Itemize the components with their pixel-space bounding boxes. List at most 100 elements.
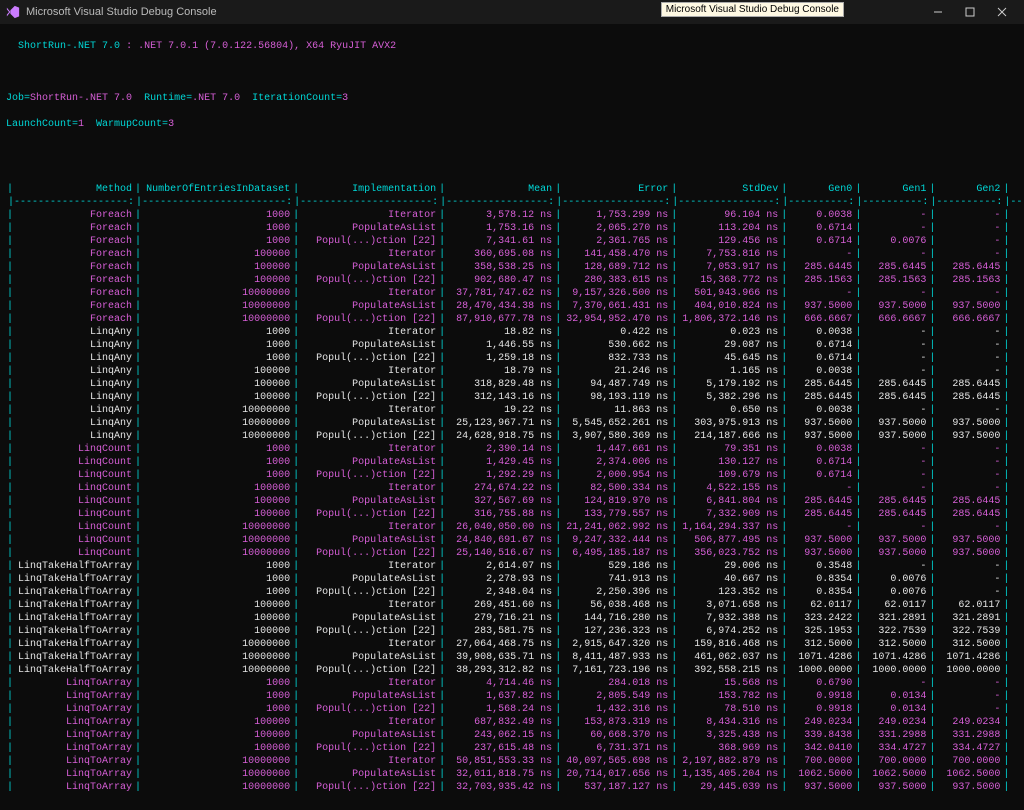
cell: LinqCount (14, 443, 134, 456)
table-row: |LinqTakeHalfToArray|1000|Iterator|2,614… (6, 560, 1024, 573)
cell: LinqAny (14, 339, 134, 352)
cell: LinqCount (14, 547, 134, 560)
cell: - (862, 560, 928, 573)
table-row: |Foreach|100000|PopulateAsList|358,538.2… (6, 261, 1024, 274)
cell: 100000 (142, 508, 292, 521)
cell: - (936, 690, 1002, 703)
cell: 62.0117 (936, 599, 1002, 612)
cell: 10000000 (142, 404, 292, 417)
cell: - (936, 456, 1002, 469)
cell: 10000000 (142, 755, 292, 768)
window-title: Microsoft Visual Studio Debug Console (26, 6, 217, 19)
cell: 285.6445 (862, 495, 928, 508)
cell: 249.0234 (862, 716, 928, 729)
cell: 316,755.88 ns (446, 508, 554, 521)
cell: Iterator (300, 248, 438, 261)
cell: 1450161 B (1010, 742, 1024, 755)
cell: 1,753.16 ns (446, 222, 554, 235)
cell: 1000.0000 (788, 664, 854, 677)
table-row: |LinqAny|1000|Popul(...)ction [22]|1,259… (6, 352, 1024, 365)
cell: 19.22 ns (446, 404, 554, 417)
cell: - (788, 287, 854, 300)
cell: PopulateAsList (300, 456, 438, 469)
cell: 10000000 (142, 287, 292, 300)
cell: 0.0038 (788, 209, 854, 222)
table-row: |Foreach|100000|Iterator|360,695.08 ns|1… (6, 248, 1024, 261)
cell: LinqTakeHalfToArray (14, 651, 134, 664)
maximize-button[interactable] (954, 0, 986, 24)
cell: 100000 (142, 495, 292, 508)
cell: LinqAny (14, 326, 134, 339)
cell: 20,714,017.656 ns (562, 768, 670, 781)
cell: - (936, 209, 1002, 222)
cell: 249.0234 (936, 716, 1002, 729)
cell: 339.8438 (788, 729, 854, 742)
cell: 100000 (142, 612, 292, 625)
cell: 5,179.192 ns (678, 378, 780, 391)
cell: 25,140,516.67 ns (446, 547, 554, 560)
cell: 100000 (142, 248, 292, 261)
cell: 94,487.749 ns (562, 378, 670, 391)
cell: PopulateAsList (300, 729, 438, 742)
cell: 285.1563 (788, 274, 854, 287)
cell: 134218616 B (1010, 300, 1024, 313)
cell: 18.82 ns (446, 326, 554, 339)
cell: 1,259.18 ns (446, 352, 554, 365)
cell: Popul(...)ction [22] (300, 664, 438, 677)
cell: - (862, 521, 928, 534)
cell: 8544 B (1010, 677, 1024, 690)
cell: Foreach (14, 261, 134, 274)
cell: 18.79 ns (446, 365, 554, 378)
cell: 285.6445 (788, 378, 854, 391)
cell: 0.6714 (788, 352, 854, 365)
cell: 2,250.396 ns (562, 586, 670, 599)
table-row: |LinqToArray|100000|Popul(...)ction [22]… (6, 742, 1024, 755)
cell: 48 B (1010, 365, 1024, 378)
cell: 1,446.55 ns (446, 339, 554, 352)
cell: 129.456 ns (678, 235, 780, 248)
cell: 285.6445 (862, 378, 928, 391)
cell: PopulateAsList (300, 651, 438, 664)
cell: 154218730 B (1010, 664, 1024, 677)
cell: 1,135,405.204 ns (678, 768, 780, 781)
cell: 400821 B (1010, 599, 1024, 612)
cell: LinqTakeHalfToArray (14, 586, 134, 599)
cell: 4480 B (1010, 560, 1024, 573)
cell: 10000000 (142, 547, 292, 560)
cell: - (936, 326, 1002, 339)
cell: - (936, 404, 1002, 417)
minimize-button[interactable] (922, 0, 954, 24)
cell: 687,832.49 ns (446, 716, 554, 729)
table-row: |LinqAny|1000|PopulateAsList|1,446.55 ns… (6, 339, 1024, 352)
cell: 285.6445 (936, 391, 1002, 404)
header-row: |Method |NumberOfEntriesInDataset |Imple… (6, 183, 1024, 196)
cell: 10496 B (1010, 573, 1024, 586)
cell: Popul(...)ction [22] (300, 430, 438, 443)
cell: 334.4727 (862, 742, 928, 755)
cell: 134218616 B (1010, 547, 1024, 560)
cell: 741.913 ns (562, 573, 670, 586)
cell: Iterator (300, 404, 438, 417)
cell: 1,806,372.146 ns (678, 313, 780, 326)
cell: 0.0134 (862, 703, 928, 716)
cell: 1000 (142, 703, 292, 716)
cell: 318,829.48 ns (446, 378, 554, 391)
cell: 7,370,661.431 ns (562, 300, 670, 313)
close-button[interactable] (986, 0, 1018, 24)
cell: LinqTakeHalfToArray (14, 599, 134, 612)
cell: Foreach (14, 313, 134, 326)
cell: 237,615.48 ns (446, 742, 554, 755)
cell: 1049072 B (1010, 508, 1024, 521)
cell: 285.6445 (862, 391, 928, 404)
cell: 285.6445 (788, 261, 854, 274)
cell: 666.6667 (788, 313, 854, 326)
cell: 48 B (1010, 443, 1024, 456)
col-mean: Mean (446, 183, 554, 196)
cell: 1000 (142, 352, 292, 365)
cell: - (862, 326, 928, 339)
cell: 25,123,967.71 ns (446, 417, 554, 430)
cell: 87,910,677.78 ns (446, 313, 554, 326)
cell: 11.863 ns (562, 404, 670, 417)
cell: 48 B (1010, 209, 1024, 222)
cell: 937.5000 (788, 534, 854, 547)
